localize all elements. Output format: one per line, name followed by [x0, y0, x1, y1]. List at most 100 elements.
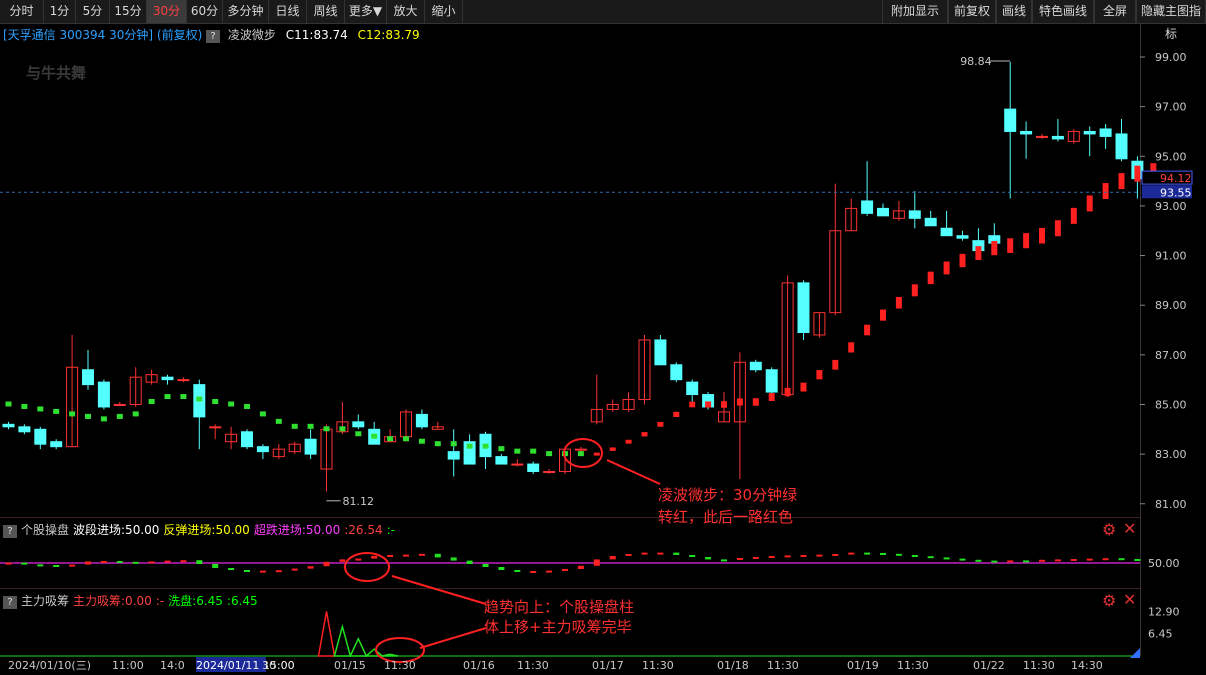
panel2-bar	[69, 564, 76, 567]
panel2-bar	[1023, 560, 1030, 563]
panel3-value-2: 洗盘:6.45	[168, 594, 223, 608]
y-axis-tick-label: 93.00	[1155, 200, 1187, 213]
candle-body	[479, 433, 492, 458]
panel2-bar	[307, 566, 314, 569]
toolbar-right-button-2[interactable]: 画线	[996, 0, 1032, 23]
ribbon-red-marker	[1070, 207, 1077, 224]
candle-body	[956, 235, 969, 239]
panel3-y-tick: 12.90	[1148, 605, 1180, 618]
y-axis-tick-label: 97.00	[1155, 101, 1187, 114]
candle-body	[177, 379, 190, 382]
panel2-value-0: 波段进场:50.00	[73, 523, 160, 537]
annotation-text: 凌波微步：30分钟绿	[658, 486, 797, 504]
x-axis-label: 01/19	[847, 659, 879, 672]
ribbon-green-marker	[116, 413, 123, 419]
ribbon-red-marker	[609, 447, 616, 451]
indicator-c12: C12:83.79	[357, 28, 420, 42]
ribbon-red-marker	[673, 411, 680, 418]
panel2-name[interactable]: 个股操盘	[21, 523, 69, 537]
panel2-bar	[291, 568, 298, 571]
toolbar-button-4[interactable]: 30分	[147, 0, 187, 23]
toolbar-right-button-4[interactable]: 全屏	[1094, 0, 1136, 23]
panel2-value-2: 超跌进场:50.00	[253, 523, 341, 537]
candle-body	[702, 394, 715, 408]
toolbar-right-button-5[interactable]: 隐藏主图指标	[1136, 0, 1206, 41]
ribbon-red-marker	[991, 240, 998, 256]
candle-body	[1004, 108, 1017, 132]
panel2-bar	[37, 564, 44, 567]
y-axis-tick-label: 99.00	[1155, 51, 1187, 64]
panel2-bar	[116, 561, 123, 563]
x-axis-label: 11:30	[384, 659, 416, 672]
candle-body	[797, 282, 810, 334]
toolbar-button-7[interactable]: 日线	[269, 0, 307, 23]
toolbar-right-button-3[interactable]: 特色画线	[1032, 0, 1094, 23]
panel3-name[interactable]: 主力吸筹	[21, 594, 69, 608]
ribbon-red-marker	[1118, 173, 1125, 190]
toolbar-button-8[interactable]: 周线	[307, 0, 345, 23]
ribbon-red-marker	[959, 253, 966, 268]
toolbar-button-11[interactable]: 缩小	[425, 0, 463, 23]
ribbon-red-marker	[657, 421, 664, 427]
panel3-spike	[317, 611, 336, 657]
toolbar-button-9[interactable]: 更多▼	[345, 0, 387, 23]
candle-body	[336, 421, 349, 433]
panel2-bar	[848, 552, 855, 555]
panel3-annotation-text: 体上移+主力吸筹完毕	[484, 618, 632, 636]
x-axis-label: 01/17	[592, 659, 624, 672]
toolbar-button-2[interactable]: 5分	[76, 0, 110, 23]
x-axis-label: 11:00	[112, 659, 144, 672]
stock-title: [天孚通信 300394 30分钟] (前复权)	[3, 28, 203, 42]
toolbar-right-button-1[interactable]: 前复权	[948, 0, 996, 23]
toolbar-button-3[interactable]: 15分	[110, 0, 147, 23]
ribbon-green-marker	[148, 398, 155, 404]
candle-body	[813, 312, 826, 336]
candle-body	[288, 443, 301, 453]
ribbon-red-marker	[784, 387, 791, 397]
candle-body	[431, 426, 444, 430]
candle-body	[590, 408, 603, 423]
close-icon[interactable]: ✕	[1123, 519, 1136, 538]
ribbon-red-marker	[1150, 163, 1157, 180]
panel2-bar	[100, 561, 107, 563]
indicator-c11: C11:83.74	[285, 28, 348, 42]
panel2-bar	[816, 554, 823, 557]
panel2-bar	[752, 557, 759, 559]
panel2-bar	[85, 561, 91, 565]
panel2-bar	[641, 552, 648, 555]
ribbon-green-marker	[180, 394, 187, 400]
toolbar-button-1[interactable]: 1分	[44, 0, 76, 23]
toolbar-button-10[interactable]: 放大	[387, 0, 425, 23]
x-axis-label: 11:30	[517, 659, 549, 672]
gear-icon[interactable]: ⚙	[1102, 591, 1116, 610]
candle-body	[1099, 128, 1112, 137]
corner-triangle-icon	[1130, 648, 1140, 658]
gear-icon[interactable]: ⚙	[1102, 520, 1116, 539]
toolbar-button-6[interactable]: 多分钟	[223, 0, 269, 23]
panel3-annotation-text: 趋势向上：个股操盘柱	[484, 598, 634, 616]
help-icon[interactable]: ?	[3, 525, 17, 538]
ribbon-green-marker	[228, 401, 235, 407]
toolbar-button-0[interactable]: 分时	[0, 0, 44, 23]
toolbar-right-button-0[interactable]: 附加显示	[882, 0, 948, 23]
candle-body	[34, 428, 47, 445]
toolbar-button-5[interactable]: 60分	[187, 0, 223, 23]
panel2-bar	[450, 557, 457, 561]
stock-chart: 与牛共舞 99.00 97.00 95.00 93.00 91.00 89.00 87.00…	[0, 51, 1193, 672]
indicator-name[interactable]: 凌波微步	[228, 28, 276, 42]
close-icon[interactable]: ✕	[1123, 590, 1136, 609]
ribbon-green-marker	[434, 441, 441, 447]
help-icon[interactable]: ?	[206, 30, 221, 43]
help-icon[interactable]: ?	[3, 596, 17, 609]
panel2-bar	[1054, 559, 1061, 562]
panel2-bar	[577, 565, 584, 569]
candle-body	[511, 463, 524, 466]
panel2-value-3: :26.54	[344, 523, 383, 537]
ribbon-red-marker	[625, 439, 632, 444]
panel2-bar	[864, 552, 871, 555]
ribbon-red-marker	[1086, 195, 1093, 212]
panel2-bar	[673, 552, 680, 555]
ribbon-red-marker	[1054, 220, 1061, 237]
panel2-bar	[244, 570, 250, 572]
ribbon-green-marker	[100, 416, 107, 422]
